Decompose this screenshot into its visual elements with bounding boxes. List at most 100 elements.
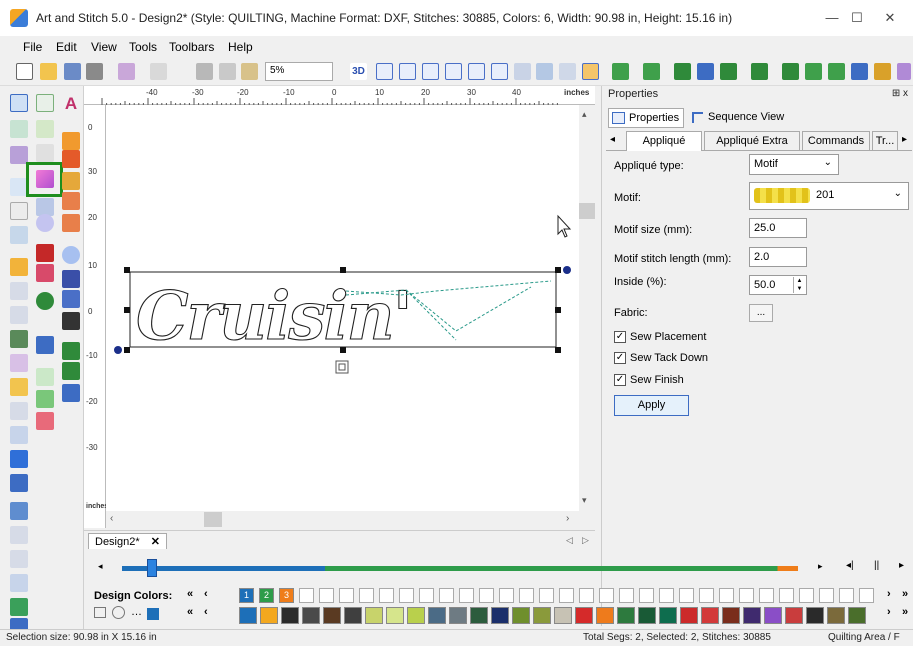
thread-search-icon[interactable] bbox=[112, 606, 125, 619]
empty-color-slot[interactable] bbox=[359, 588, 374, 603]
knife-icon[interactable] bbox=[10, 426, 28, 444]
thread-swatch[interactable] bbox=[344, 607, 362, 624]
eraser-icon[interactable] bbox=[10, 402, 28, 420]
menu-view[interactable]: View bbox=[91, 40, 117, 54]
tile-icon[interactable] bbox=[62, 132, 80, 150]
motif-size-input[interactable]: 25.0 bbox=[749, 218, 807, 238]
menu-edit[interactable]: Edit bbox=[56, 40, 77, 54]
curve-icon[interactable] bbox=[10, 306, 28, 324]
close-button[interactable]: ✕ bbox=[875, 6, 905, 30]
open-folder-icon[interactable] bbox=[40, 63, 57, 80]
badge-icon[interactable] bbox=[62, 290, 80, 308]
tab-applique[interactable]: Appliqué bbox=[626, 131, 702, 151]
highlight-icon[interactable] bbox=[582, 63, 599, 80]
prev-color-icon[interactable]: ‹ bbox=[204, 588, 208, 600]
grid-square-icon[interactable] bbox=[62, 312, 80, 330]
weld-icon[interactable] bbox=[828, 63, 845, 80]
design-canvas[interactable]: Cruisin' bbox=[106, 105, 579, 511]
empty-color-slot[interactable] bbox=[459, 588, 474, 603]
play-icon[interactable]: ▸ bbox=[899, 560, 904, 571]
thread-swatch[interactable] bbox=[638, 607, 656, 624]
thread-swatch[interactable] bbox=[428, 607, 446, 624]
menu-toolbars[interactable]: Toolbars bbox=[169, 40, 214, 54]
thread-swatch[interactable] bbox=[785, 607, 803, 624]
thread-swatch[interactable] bbox=[302, 607, 320, 624]
thread-swatch[interactable] bbox=[743, 607, 761, 624]
empty-color-slot[interactable] bbox=[739, 588, 754, 603]
select-arrow-icon[interactable] bbox=[10, 94, 28, 112]
thread-swatch[interactable] bbox=[554, 607, 572, 624]
thread-swatch[interactable] bbox=[281, 607, 299, 624]
echo-icon[interactable] bbox=[62, 384, 80, 402]
empty-color-slot[interactable] bbox=[499, 588, 514, 603]
thread-swatch[interactable] bbox=[449, 607, 467, 624]
layers-icon[interactable] bbox=[559, 63, 576, 80]
distribute-icon[interactable] bbox=[751, 63, 768, 80]
mirror-v-icon[interactable] bbox=[674, 63, 691, 80]
undo-icon[interactable] bbox=[118, 63, 135, 80]
tab-applique-extra[interactable]: Appliqué Extra bbox=[704, 131, 800, 151]
empty-color-slot[interactable] bbox=[819, 588, 834, 603]
rectangle-icon[interactable] bbox=[10, 450, 28, 468]
border-icon[interactable] bbox=[62, 214, 80, 232]
square-red-icon[interactable] bbox=[36, 244, 54, 262]
thread-swatch[interactable] bbox=[386, 607, 404, 624]
arc-icon[interactable] bbox=[10, 354, 28, 372]
tab-sequence-view[interactable]: Sequence View bbox=[688, 108, 788, 128]
thread-swatch[interactable] bbox=[575, 607, 593, 624]
applique-icon[interactable] bbox=[36, 170, 54, 188]
motif-select[interactable]: 201 ⌄ bbox=[749, 182, 909, 210]
mirror-h-icon[interactable] bbox=[697, 63, 714, 80]
mosaic-icon[interactable] bbox=[62, 270, 80, 288]
thread-swatch[interactable] bbox=[701, 607, 719, 624]
scroll-down-icon[interactable]: ▾ bbox=[582, 495, 587, 506]
palette-next-icon[interactable]: › bbox=[887, 606, 891, 618]
empty-color-slot[interactable] bbox=[519, 588, 534, 603]
frame-fill-icon[interactable] bbox=[62, 172, 80, 190]
concentric-icon[interactable] bbox=[36, 390, 54, 408]
more-palette-icon[interactable]: … bbox=[131, 606, 142, 618]
fill-icon[interactable] bbox=[10, 378, 28, 396]
empty-color-slot[interactable] bbox=[439, 588, 454, 603]
stitch-dots-icon[interactable] bbox=[514, 63, 531, 80]
heart-icon[interactable] bbox=[36, 368, 54, 386]
view-icon[interactable] bbox=[491, 63, 508, 80]
last-color-icon[interactable]: » bbox=[902, 588, 908, 600]
menu-help[interactable]: Help bbox=[228, 40, 253, 54]
tab-commands[interactable]: Commands bbox=[802, 131, 870, 151]
pencil-icon[interactable] bbox=[10, 258, 28, 276]
next-color-icon[interactable]: › bbox=[887, 588, 891, 600]
square-tool-icon[interactable] bbox=[36, 336, 54, 354]
document-tab-close[interactable]: ✕ bbox=[151, 536, 160, 548]
thread-swatch[interactable] bbox=[491, 607, 509, 624]
thread-swatch[interactable] bbox=[827, 607, 845, 624]
satin-icon[interactable] bbox=[36, 144, 54, 162]
pause-icon[interactable]: || bbox=[874, 560, 879, 571]
progress-right-icon[interactable]: ▸ bbox=[818, 561, 823, 572]
thread-swatch[interactable] bbox=[533, 607, 551, 624]
current-thread-swatch[interactable] bbox=[147, 608, 159, 620]
document-tab[interactable]: Design2* ✕ bbox=[88, 533, 167, 549]
running-stitch-icon[interactable] bbox=[36, 120, 54, 138]
thread-swatch[interactable] bbox=[680, 607, 698, 624]
wand-icon[interactable] bbox=[10, 526, 28, 544]
empty-color-slot[interactable] bbox=[319, 588, 334, 603]
sew-tack-down-checkbox[interactable]: ✓ bbox=[614, 352, 626, 364]
palette-prev-icon[interactable]: ‹ bbox=[204, 606, 208, 618]
frame-icon[interactable] bbox=[445, 63, 462, 80]
circle-tool-icon[interactable] bbox=[36, 292, 54, 310]
image-icon[interactable] bbox=[10, 502, 28, 520]
zoom-select[interactable]: 5% bbox=[265, 62, 333, 81]
apply-button[interactable]: Apply bbox=[614, 395, 689, 416]
motif-stitch-length-input[interactable]: 2.0 bbox=[749, 247, 807, 267]
sequence-icon[interactable] bbox=[874, 63, 891, 80]
grid-fill-icon[interactable] bbox=[62, 192, 80, 210]
lettering-icon[interactable]: A bbox=[62, 94, 80, 114]
thread-swatch[interactable] bbox=[260, 607, 278, 624]
empty-color-slot[interactable] bbox=[419, 588, 434, 603]
thread-swatch[interactable] bbox=[617, 607, 635, 624]
empty-color-slot[interactable] bbox=[299, 588, 314, 603]
empty-color-slot[interactable] bbox=[859, 588, 874, 603]
horizontal-scroll-thumb[interactable] bbox=[204, 512, 222, 527]
spiral-icon[interactable] bbox=[36, 412, 54, 430]
